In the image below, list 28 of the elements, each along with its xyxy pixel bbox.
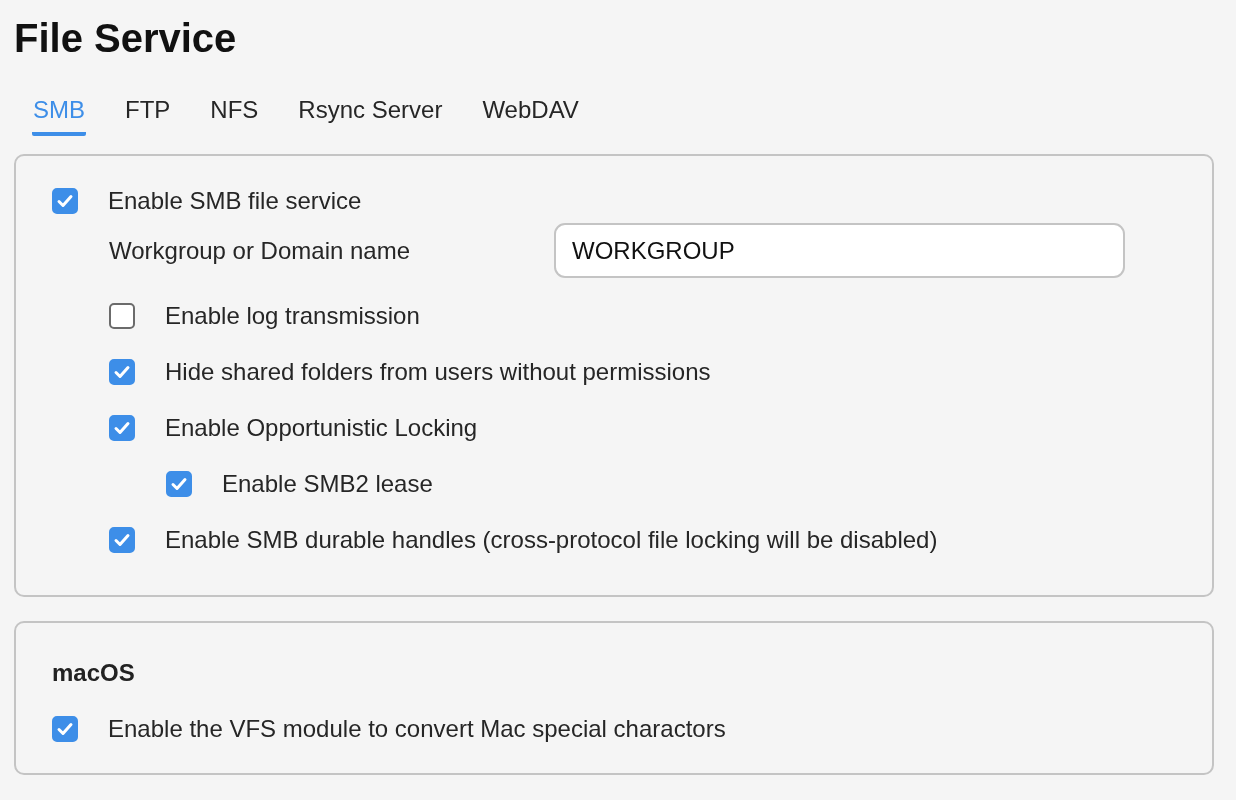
checkbox[interactable] xyxy=(109,303,135,329)
option-label: Enable Opportunistic Locking xyxy=(165,414,478,442)
check-icon xyxy=(113,531,131,549)
check-icon xyxy=(56,192,74,210)
option-label: Enable log transmission xyxy=(165,302,420,330)
check-icon xyxy=(56,720,74,738)
check-icon xyxy=(170,475,188,493)
section-heading: macOS xyxy=(52,659,136,687)
option-label: Hide shared folders from users without permissions xyxy=(165,358,711,386)
option-label: Enable SMB2 lease xyxy=(222,470,433,498)
field-label: Workgroup or Domain name xyxy=(109,236,412,265)
option-label: Enable SMB file service xyxy=(108,187,362,215)
checkbox[interactable] xyxy=(109,527,135,553)
checkbox[interactable] xyxy=(166,471,192,497)
tab[interactable]: NFS xyxy=(209,90,260,136)
check-icon xyxy=(113,363,131,381)
tab[interactable]: FTP xyxy=(124,90,172,136)
checkbox[interactable] xyxy=(109,359,135,385)
checkbox[interactable] xyxy=(109,415,135,441)
checkbox[interactable] xyxy=(52,188,78,214)
page-title: File Service xyxy=(14,15,238,62)
option-label: Enable SMB durable handles (cross-protocol file locking will be disabled) xyxy=(165,526,938,554)
checkbox[interactable] xyxy=(52,716,78,742)
tab[interactable]: WebDAV xyxy=(481,90,580,136)
input-field[interactable]: WORKGROUP xyxy=(554,223,1125,278)
check-icon xyxy=(113,419,131,437)
option-label: Enable the VFS module to convert Mac special charactors xyxy=(108,715,726,743)
tab[interactable]: Rsync Server xyxy=(297,90,444,136)
